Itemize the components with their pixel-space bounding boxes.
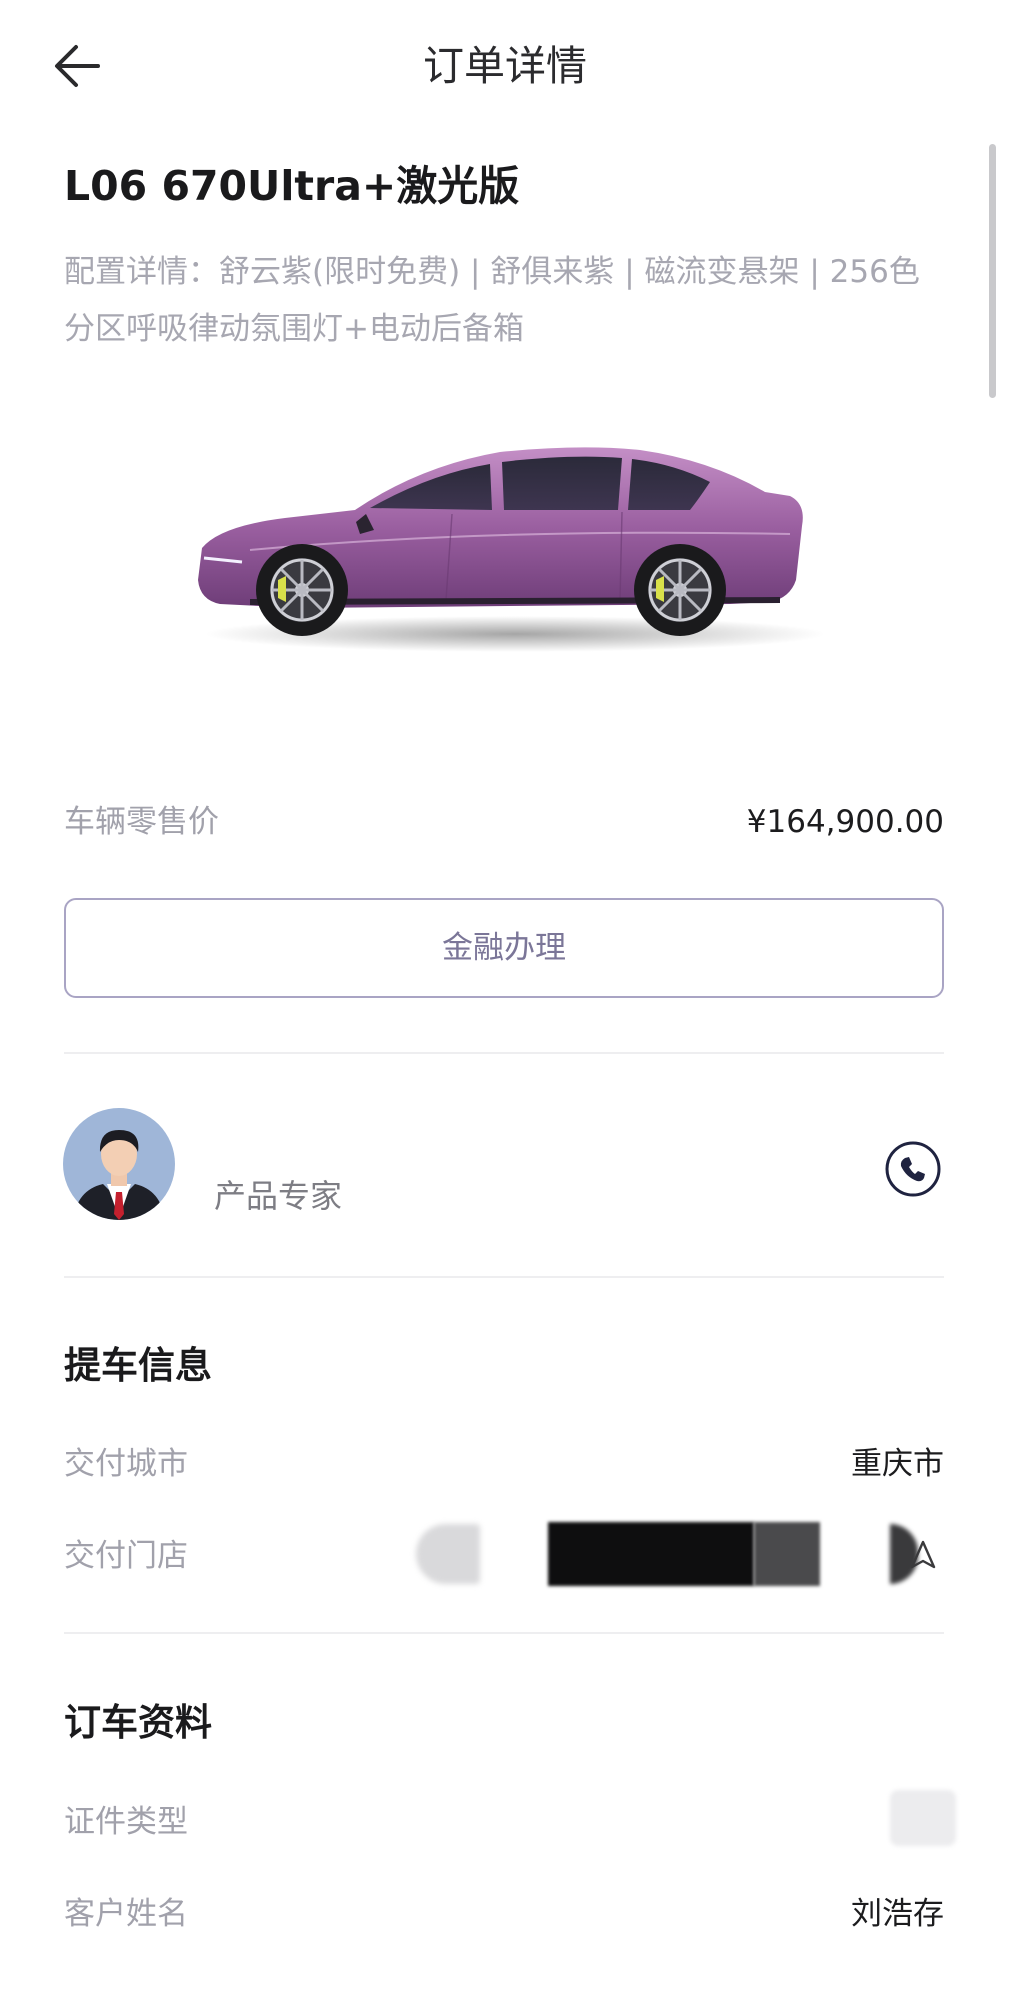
page-title: 订单详情 <box>423 42 587 90</box>
scrollbar[interactable] <box>989 144 996 398</box>
customer-name-label: 客户姓名 <box>64 1896 188 1932</box>
car-image <box>190 430 830 660</box>
redacted-block <box>754 1522 820 1586</box>
id-type-row: 证件类型 <box>64 1798 944 1846</box>
price-label: 车辆零售价 <box>64 804 219 840</box>
delivery-city-row: 交付城市 重庆市 <box>64 1440 944 1488</box>
customer-name-row: 客户姓名 刘浩存 <box>64 1890 944 1938</box>
top-bar: 订单详情 <box>0 0 1010 130</box>
phone-icon <box>885 1141 941 1197</box>
pickup-section-title: 提车信息 <box>64 1344 212 1387</box>
redacted-block <box>548 1522 754 1586</box>
car-side-view-icon <box>198 447 825 652</box>
divider <box>64 1276 944 1278</box>
delivery-city-label: 交付城市 <box>64 1446 188 1482</box>
expert-avatar[interactable] <box>63 1108 175 1220</box>
delivery-store-label: 交付门店 <box>64 1538 188 1574</box>
price-value: ¥164,900.00 <box>746 804 944 840</box>
redacted-block <box>890 1790 956 1846</box>
booking-section-title: 订车资料 <box>64 1701 212 1744</box>
config-details: 配置详情：舒云紫(限时免费) | 舒俱来紫 | 磁流变悬架 | 256色分区呼吸… <box>64 254 920 347</box>
call-button[interactable] <box>884 1140 942 1198</box>
divider <box>64 1052 944 1054</box>
finance-button[interactable]: 金融办理 <box>64 898 944 998</box>
delivery-city-value: 重庆市 <box>851 1446 944 1482</box>
person-avatar-icon <box>63 1108 175 1220</box>
price-row: 车辆零售价 ¥164,900.00 <box>64 798 944 846</box>
id-type-label: 证件类型 <box>64 1804 188 1840</box>
navigate-icon[interactable] <box>906 1538 940 1572</box>
expert-label: 产品专家 <box>214 1177 343 1215</box>
customer-name-value: 刘浩存 <box>851 1896 944 1932</box>
divider <box>64 1632 944 1634</box>
model-title: L06 670Ultra+激光版 <box>64 162 520 210</box>
redacted-block <box>416 1524 480 1584</box>
